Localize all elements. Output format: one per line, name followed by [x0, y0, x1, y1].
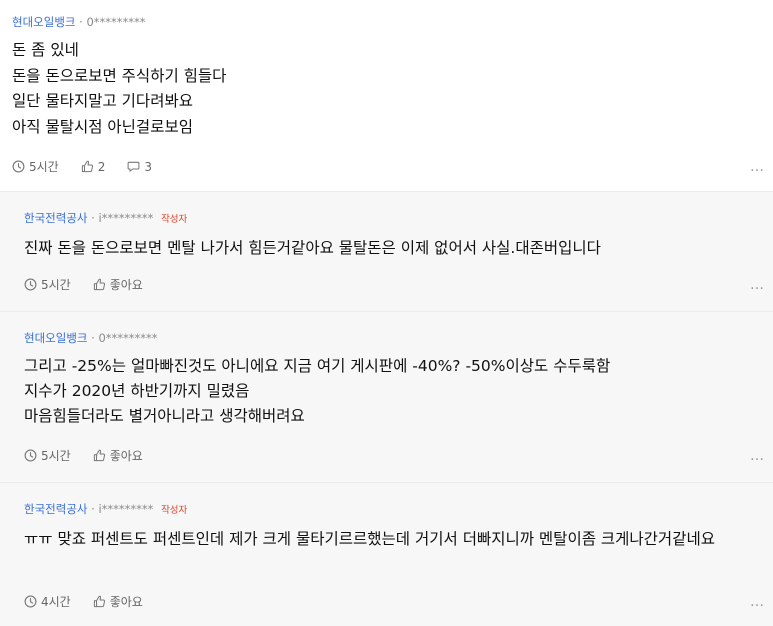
comment-line: 아직 물탈시점 아닌걸로보임	[12, 117, 193, 136]
comment-actions: 5시간 좋아요	[24, 447, 165, 464]
comment-meta: 현대오일뱅크 · 0*********	[24, 330, 749, 346]
comment-line: 돈 좀 있네	[12, 41, 79, 59]
time-text: 5시간	[41, 449, 71, 463]
thumbs-up-icon	[81, 160, 93, 173]
comment-meta: 현대오일뱅크 · 0*********	[12, 14, 761, 30]
clock-icon	[24, 449, 37, 462]
comment-4: 한국전력공사 · i********* 작성자 ㅠㅠ 맞죠 퍼센트도 퍼센트인데…	[0, 482, 773, 626]
comment-line: 일단 물타지말고 기다려봐요	[12, 92, 193, 110]
timestamp: 5시간	[24, 276, 71, 293]
comment-actions: 4시간 좋아요	[24, 593, 165, 610]
like-button[interactable]: 좋아요	[93, 447, 143, 464]
author-name[interactable]: 한국전력공사	[24, 502, 87, 516]
more-options-icon[interactable]: …	[750, 278, 765, 292]
comment-body: 돈 좀 있네 돈을 돈으로보면 주식하기 힘들다 일단 물타지말고 기다려봐요 …	[12, 38, 761, 140]
comment-line: 마음힘들더라도 별거아니라고 생각해버려요	[24, 407, 305, 425]
comment-meta: 한국전력공사 · i********* 작성자	[24, 501, 749, 519]
comment-3: 현대오일뱅크 · 0********* 그리고 -25%는 얼마빠진것도 아니에…	[0, 311, 773, 482]
reply-count: 3	[144, 159, 152, 174]
user-id: 0*********	[98, 331, 158, 345]
comment-2: 한국전력공사 · i********* 작성자 진짜 돈을 돈으로보면 멘탈 나…	[0, 191, 773, 311]
comment-actions: 5시간 좋아요	[24, 276, 165, 293]
user-id: i*********	[98, 211, 154, 225]
user-id: i*********	[98, 502, 154, 516]
comment-line: ㅠㅠ 맞죠 퍼센트도 퍼센트인데 제가 크게 물타기르르했는데 거기서 더빠지니…	[24, 530, 715, 548]
like-label: 좋아요	[109, 449, 143, 463]
like-button[interactable]: 좋아요	[93, 276, 143, 293]
thumbs-up-icon	[93, 278, 105, 291]
meta-separator: ·	[79, 15, 83, 29]
time-text: 4시간	[41, 595, 71, 609]
thumbs-up-icon	[93, 449, 105, 462]
comment-body: 그리고 -25%는 얼마빠진것도 아니에요 지금 여기 게시판에 -40%? -…	[24, 354, 749, 429]
time-text: 5시간	[29, 160, 59, 174]
meta-separator: ·	[91, 331, 95, 345]
author-name[interactable]: 한국전력공사	[24, 211, 87, 225]
clock-icon	[12, 160, 25, 173]
comment-meta: 한국전력공사 · i********* 작성자	[24, 210, 749, 228]
comment-1: 현대오일뱅크 · 0********* 돈 좀 있네 돈을 돈으로보면 주식하기…	[0, 0, 773, 191]
comment-line: 진짜 돈을 돈으로보면 멘탈 나가서 힘든거같아요 물탈돈은 이제 없어서 사실…	[24, 239, 601, 257]
author-name[interactable]: 현대오일뱅크	[12, 15, 75, 29]
more-options-icon[interactable]: …	[750, 449, 765, 463]
meta-separator: ·	[91, 502, 95, 516]
thumbs-up-icon	[93, 595, 105, 608]
comment-body: 진짜 돈을 돈으로보면 멘탈 나가서 힘든거같아요 물탈돈은 이제 없어서 사실…	[24, 236, 749, 261]
comment-line: 지수가 2020년 하반기까지 밀렸음	[24, 382, 250, 400]
like-label: 좋아요	[109, 278, 143, 292]
timestamp: 5시간	[24, 447, 71, 464]
comment-line: 그리고 -25%는 얼마빠진것도 아니에요 지금 여기 게시판에 -40%? -…	[24, 357, 611, 375]
speech-bubble-icon	[127, 161, 140, 172]
meta-separator: ·	[91, 211, 95, 225]
clock-icon	[24, 278, 37, 291]
like-button[interactable]: 2	[81, 159, 106, 174]
writer-badge: 작성자	[161, 214, 188, 225]
timestamp: 5시간	[12, 158, 59, 175]
comment-line: 돈을 돈으로보면 주식하기 힘들다	[12, 66, 227, 85]
user-id: 0*********	[86, 15, 146, 29]
reply-button[interactable]: 3	[127, 160, 152, 174]
writer-badge: 작성자	[161, 505, 188, 516]
comment-body: ㅠㅠ 맞죠 퍼센트도 퍼센트인데 제가 크게 물타기르르했는데 거기서 더빠지니…	[24, 527, 749, 552]
more-options-icon[interactable]: …	[750, 595, 765, 609]
more-options-icon[interactable]: …	[750, 160, 765, 174]
clock-icon	[24, 595, 37, 608]
like-count: 2	[97, 159, 106, 174]
time-text: 5시간	[41, 278, 71, 292]
author-name[interactable]: 현대오일뱅크	[24, 331, 87, 345]
like-label: 좋아요	[109, 595, 143, 609]
comment-actions: 5시간 2 3	[12, 158, 174, 175]
like-button[interactable]: 좋아요	[93, 593, 143, 610]
timestamp: 4시간	[24, 593, 71, 610]
